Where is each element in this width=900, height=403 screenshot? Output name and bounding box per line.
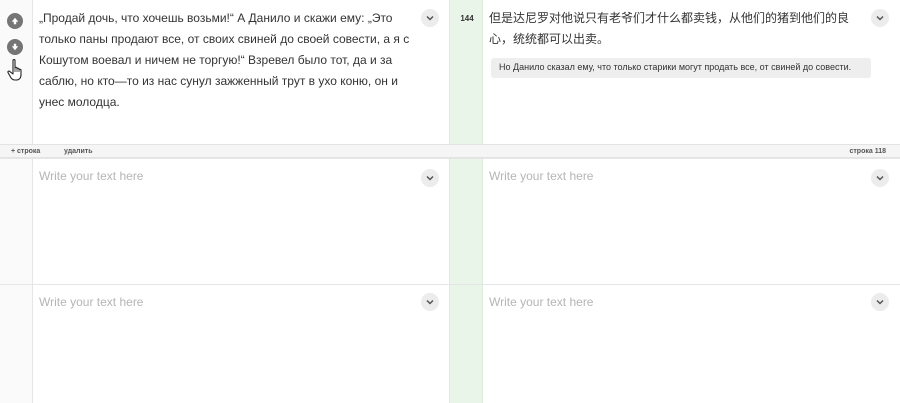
add-row-link[interactable]: + строка — [11, 148, 40, 155]
line-number-gutter — [449, 285, 483, 403]
row-controls — [0, 0, 33, 144]
delete-row-link[interactable]: удалить — [64, 148, 93, 155]
chevron-down-icon — [426, 299, 434, 305]
segment-row-3: Write your text here Write your text her… — [0, 284, 900, 403]
chevron-down-icon — [426, 175, 434, 181]
chevron-down-icon — [426, 15, 434, 21]
source-cell[interactable]: „Продай дочь, что хочешь возьми!“ А Дани… — [33, 0, 449, 144]
hand-pointer-icon — [7, 59, 22, 81]
move-up-button[interactable] — [7, 13, 23, 29]
line-number-gutter: 144 — [449, 0, 483, 144]
source-expand-button[interactable] — [421, 169, 439, 187]
chevron-down-icon — [876, 175, 884, 181]
target-expand-button[interactable] — [871, 293, 889, 311]
target-cell[interactable]: Write your text here — [483, 159, 900, 284]
chevron-down-icon — [876, 299, 884, 305]
target-cell[interactable]: 但是达尼罗对他说只有老爷们才什么都卖钱，从他们的猪到他们的良心，统统都可以出卖。… — [483, 0, 900, 144]
segment-row-1: „Продай дочь, что хочешь возьми!“ А Дани… — [0, 0, 900, 144]
target-input-placeholder[interactable]: Write your text here — [489, 295, 593, 309]
target-cell[interactable]: Write your text here — [483, 285, 900, 403]
source-input-placeholder[interactable]: Write your text here — [39, 295, 143, 309]
move-down-button[interactable] — [7, 39, 23, 55]
target-input-placeholder[interactable]: Write your text here — [489, 169, 593, 183]
source-input-placeholder[interactable]: Write your text here — [39, 169, 143, 183]
source-cell[interactable]: Write your text here — [33, 285, 449, 403]
source-expand-button[interactable] — [421, 9, 439, 27]
source-cell[interactable]: Write your text here — [33, 159, 449, 284]
row-counter: строка 118 — [849, 148, 886, 155]
chevron-down-icon — [876, 15, 884, 21]
arrow-down-icon — [11, 43, 19, 51]
target-text[interactable]: 但是达尼罗对他说只有老爷们才什么都卖钱，从他们的猪到他们的良心，统统都可以出卖。 — [489, 8, 865, 50]
source-text[interactable]: „Продай дочь, что хочешь возьми!“ А Дани… — [39, 8, 419, 113]
row-controls — [0, 159, 33, 284]
target-expand-button[interactable] — [871, 9, 889, 27]
translation-suggestion[interactable]: Но Данило сказал ему, что только старики… — [491, 58, 871, 78]
row-actions-bar: + строка удалить строка 118 — [0, 144, 900, 158]
row-controls — [0, 285, 33, 403]
arrow-up-icon — [11, 17, 19, 25]
segment-row-2: Write your text here Write your text her… — [0, 158, 900, 284]
line-number: 144 — [460, 14, 474, 23]
line-number-gutter — [449, 159, 483, 284]
source-expand-button[interactable] — [421, 293, 439, 311]
target-expand-button[interactable] — [871, 169, 889, 187]
